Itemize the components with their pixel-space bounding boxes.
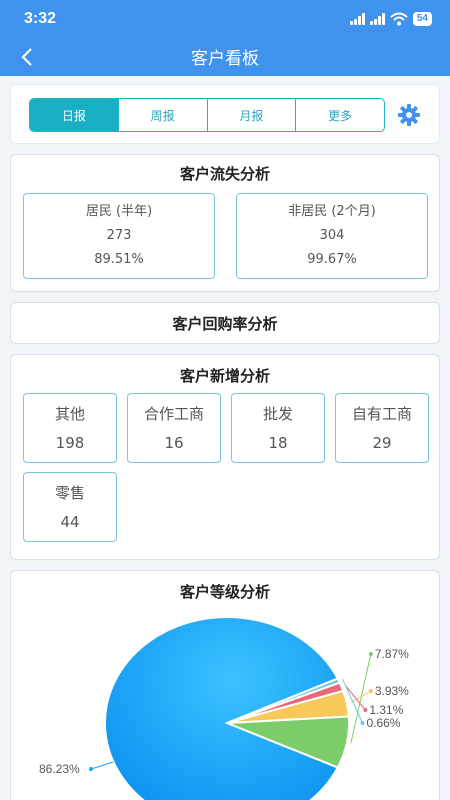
new-item-label: 批发 — [262, 405, 293, 423]
app-header: 3:32 54 客户看板 — [0, 0, 450, 76]
status-icons: 54 — [349, 12, 432, 26]
pie-slice-label: 1.31% — [369, 703, 403, 717]
page-title: 客户看板 — [191, 49, 259, 69]
loss-count: 304 — [319, 228, 345, 243]
pie-label-dot — [368, 652, 373, 656]
tab-more[interactable]: 更多 — [295, 99, 384, 131]
new-item-label: 合作工商 — [143, 405, 204, 423]
new-item-value: 18 — [268, 434, 288, 452]
pie-slice-label: 86.23% — [39, 762, 80, 776]
new-item-value: 29 — [372, 434, 392, 452]
new-customers-card: 客户新增分析 其他 198 合作工商 16 批发 18 自有工商 29 零售 4… — [10, 354, 440, 560]
loss-label: 非居民 (2个月) — [288, 204, 376, 219]
battery-icon: 54 — [412, 12, 432, 26]
signal-icon-2 — [369, 13, 385, 25]
new-item-label: 零售 — [54, 484, 85, 502]
loss-label: 居民 (半年) — [85, 204, 153, 219]
status-bar: 3:32 54 — [0, 0, 450, 38]
pie-label-dot — [363, 708, 368, 712]
new-item-own-business[interactable]: 自有工商 29 — [335, 393, 429, 463]
gear-icon[interactable] — [397, 103, 421, 127]
repurchase-title: 客户回购率分析 — [172, 315, 278, 333]
new-item-retail[interactable]: 零售 44 — [23, 472, 117, 542]
new-item-value: 16 — [164, 434, 184, 452]
loss-percent: 89.51% — [94, 252, 144, 267]
new-item-partner-business[interactable]: 合作工商 16 — [127, 393, 221, 463]
report-period-tabs: 日报 周报 月报 更多 — [29, 98, 385, 132]
nav-bar: 客户看板 — [0, 38, 450, 76]
loss-box-resident[interactable]: 居民 (半年) 273 89.51% — [23, 193, 215, 279]
new-item-value: 198 — [55, 434, 85, 452]
repurchase-rate-card[interactable]: 客户回购率分析 — [10, 302, 440, 344]
loss-box-non-resident[interactable]: 非居民 (2个月) 304 99.67% — [236, 193, 428, 279]
pie-label-line — [90, 761, 114, 770]
new-item-wholesale[interactable]: 批发 18 — [231, 393, 325, 463]
tab-monthly[interactable]: 月报 — [206, 99, 296, 131]
pie-label-dot — [89, 767, 93, 771]
wifi-icon — [390, 12, 408, 26]
pie-slice-label: 7.87% — [375, 647, 409, 661]
pie-slice-label: 3.93% — [375, 684, 409, 698]
customer-loss-card: 客户流失分析 居民 (半年) 273 89.51% 非居民 (2个月) 304 … — [10, 154, 440, 292]
customer-grade-card: 客户等级分析 86.23% 7.87% 3.93% 1.31% 0.66% — [10, 570, 440, 800]
customer-loss-title: 客户流失分析 — [179, 165, 270, 183]
signal-icon — [349, 13, 365, 25]
loss-percent: 99.67% — [307, 252, 357, 267]
new-item-label: 其他 — [54, 405, 85, 423]
report-tabs-card: 日报 周报 月报 更多 — [10, 84, 440, 144]
new-customers-title: 客户新增分析 — [179, 367, 270, 385]
status-time: 3:32 — [24, 10, 57, 27]
grade-pie-chart: 86.23% 7.87% 3.93% 1.31%0.66% — [39, 616, 409, 800]
new-item-other[interactable]: 其他 198 — [23, 393, 117, 463]
new-item-label: 自有工商 — [351, 405, 412, 423]
tab-weekly[interactable]: 周报 — [117, 99, 207, 131]
new-item-value: 44 — [60, 513, 80, 531]
tab-daily[interactable]: 日报 — [30, 99, 118, 131]
pie-label-dot — [368, 689, 373, 693]
loss-count: 273 — [106, 228, 132, 243]
pie-label-line — [350, 690, 372, 704]
pie-label-dot — [360, 721, 365, 725]
pie-slice-label: 0.66% — [366, 716, 400, 730]
